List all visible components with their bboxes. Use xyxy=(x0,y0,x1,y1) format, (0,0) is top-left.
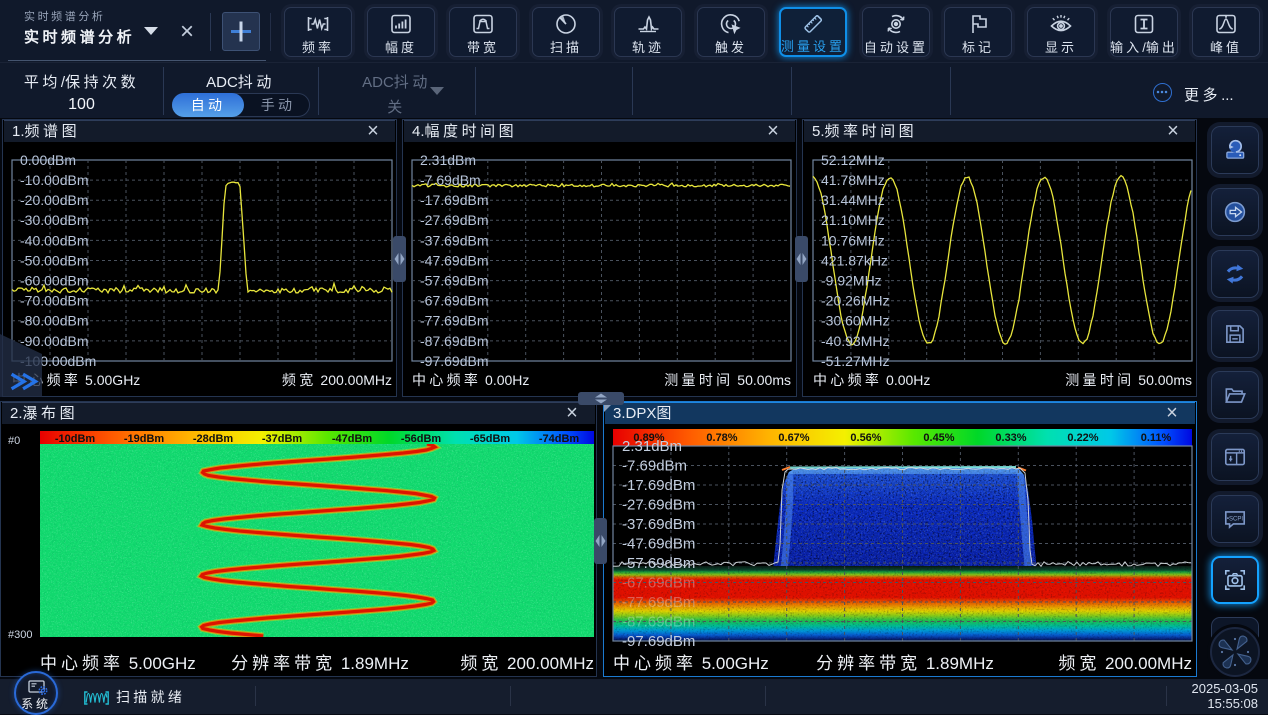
svg-text:2.31dBm: 2.31dBm xyxy=(622,438,682,455)
svg-text:-87.69dBm: -87.69dBm xyxy=(622,614,695,631)
svg-text:#300: #300 xyxy=(8,629,32,641)
svg-text:0.67%: 0.67% xyxy=(778,432,809,444)
svg-text:-7.69dBm: -7.69dBm xyxy=(622,458,687,475)
svg-text:-47.69dBm: -47.69dBm xyxy=(420,252,488,268)
svg-text:-9.92MHz: -9.92MHz xyxy=(821,273,882,289)
svg-text:-7.69dBm: -7.69dBm xyxy=(420,172,481,188)
svg-text:-27.69dBm: -27.69dBm xyxy=(622,497,695,514)
svg-text:-56dBm: -56dBm xyxy=(401,433,442,445)
svg-text:#0: #0 xyxy=(8,435,20,447)
svg-text:-67.69dBm: -67.69dBm xyxy=(420,293,488,309)
svg-text:0.56%: 0.56% xyxy=(850,432,881,444)
svg-text:21.10MHz: 21.10MHz xyxy=(821,212,885,228)
svg-text:-97.69dBm: -97.69dBm xyxy=(420,353,488,369)
svg-text:-10.00dBm: -10.00dBm xyxy=(20,172,88,188)
svg-text:-77.69dBm: -77.69dBm xyxy=(420,313,488,329)
svg-text:-57.69dBm: -57.69dBm xyxy=(420,273,488,289)
svg-text:-97.69dBm: -97.69dBm xyxy=(622,633,695,650)
svg-text:10.76MHz: 10.76MHz xyxy=(821,232,885,248)
svg-text:-37.69dBm: -37.69dBm xyxy=(622,516,695,533)
svg-text:-70.00dBm: -70.00dBm xyxy=(20,293,88,309)
svg-text:-37dBm: -37dBm xyxy=(262,433,303,445)
svg-text:-47.69dBm: -47.69dBm xyxy=(622,536,695,553)
svg-text:0.33%: 0.33% xyxy=(995,432,1026,444)
svg-text:-19dBm: -19dBm xyxy=(124,433,165,445)
svg-text:0.00dBm: 0.00dBm xyxy=(20,152,76,168)
svg-text:-57.69dBm: -57.69dBm xyxy=(622,555,695,572)
svg-text:0.78%: 0.78% xyxy=(706,432,737,444)
svg-text:-20.26MHz: -20.26MHz xyxy=(821,293,889,309)
svg-text:-17.69dBm: -17.69dBm xyxy=(622,477,695,494)
svg-text:2.31dBm: 2.31dBm xyxy=(420,152,476,168)
svg-text:-65dBm: -65dBm xyxy=(470,433,511,445)
svg-text:-37.69dBm: -37.69dBm xyxy=(420,232,488,248)
svg-text:-60.00dBm: -60.00dBm xyxy=(20,273,88,289)
svg-text:-10dBm: -10dBm xyxy=(55,433,96,445)
svg-text:0.22%: 0.22% xyxy=(1067,432,1098,444)
svg-text:-40.93MHz: -40.93MHz xyxy=(821,333,889,349)
svg-text:421.87kHz: 421.87kHz xyxy=(821,252,888,268)
svg-text:52.12MHz: 52.12MHz xyxy=(821,152,885,168)
svg-text:-80.00dBm: -80.00dBm xyxy=(20,313,88,329)
svg-text:-28dBm: -28dBm xyxy=(193,433,234,445)
svg-text:-50.00dBm: -50.00dBm xyxy=(20,252,88,268)
svg-text:-40.00dBm: -40.00dBm xyxy=(20,232,88,248)
svg-text:-67.69dBm: -67.69dBm xyxy=(622,575,695,592)
svg-text:31.44MHz: 31.44MHz xyxy=(821,192,885,208)
svg-text:-30.60MHz: -30.60MHz xyxy=(821,313,889,329)
svg-text:-77.69dBm: -77.69dBm xyxy=(622,594,695,611)
svg-text:-87.69dBm: -87.69dBm xyxy=(420,333,488,349)
svg-text:-51.27MHz: -51.27MHz xyxy=(821,353,889,369)
svg-text:-74dBm: -74dBm xyxy=(539,433,580,445)
svg-text:-27.69dBm: -27.69dBm xyxy=(420,212,488,228)
svg-text:0.11%: 0.11% xyxy=(1141,432,1172,444)
svg-text:-17.69dBm: -17.69dBm xyxy=(420,192,488,208)
svg-text:-20.00dBm: -20.00dBm xyxy=(20,192,88,208)
svg-text:41.78MHz: 41.78MHz xyxy=(821,172,885,188)
svg-text:-30.00dBm: -30.00dBm xyxy=(20,212,88,228)
svg-text:•SCPI: •SCPI xyxy=(1227,517,1244,523)
svg-text:0.45%: 0.45% xyxy=(923,432,954,444)
svg-text:-47dBm: -47dBm xyxy=(332,433,373,445)
